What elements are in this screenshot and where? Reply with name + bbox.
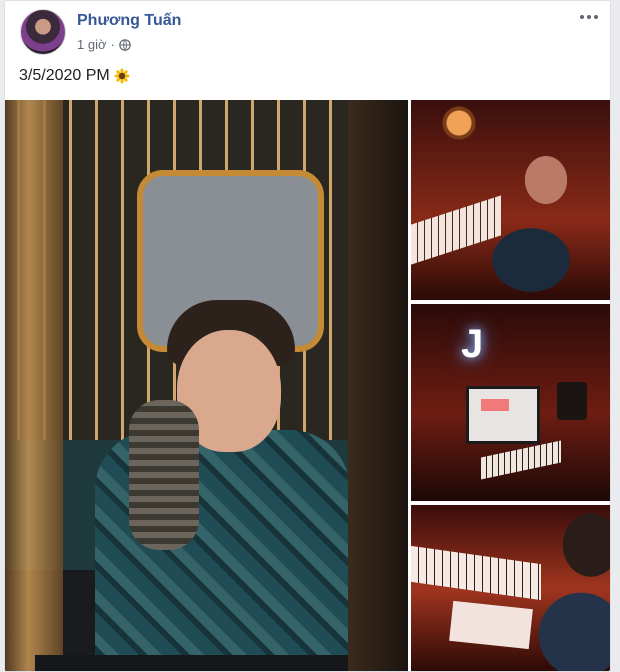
person-jeans (35, 655, 365, 671)
facebook-post: Phương Tuấn 1 giờ · 3/5/2020 PM J (4, 0, 611, 672)
door-frame (348, 100, 408, 671)
more-options-icon[interactable] (578, 9, 600, 25)
piano-keys (411, 545, 541, 601)
meta-separator: · (110, 37, 115, 52)
post-meta: 1 giờ · (77, 37, 131, 52)
neon-letter: J (461, 322, 484, 366)
speaker (557, 382, 587, 420)
wood-panel (5, 100, 63, 671)
photo-studio-monitor[interactable]: J (411, 304, 610, 501)
post-timestamp[interactable]: 1 giờ (77, 37, 107, 52)
studio-keyboard (481, 440, 561, 480)
avatar[interactable] (20, 9, 66, 55)
author-name-link[interactable]: Phương Tuấn (77, 12, 181, 30)
kitten (129, 400, 199, 550)
sunflower-icon (114, 68, 130, 84)
globe-icon[interactable] (119, 38, 131, 51)
caption-text: 3/5/2020 PM (19, 67, 110, 84)
photo-keyboard[interactable] (411, 100, 610, 300)
piano-keys (411, 195, 501, 265)
main-photo[interactable] (5, 100, 408, 671)
sheet-paper (449, 600, 533, 650)
post-caption: 3/5/2020 PM (19, 67, 130, 85)
photo-writing[interactable] (411, 505, 610, 671)
computer-monitor (466, 386, 540, 444)
